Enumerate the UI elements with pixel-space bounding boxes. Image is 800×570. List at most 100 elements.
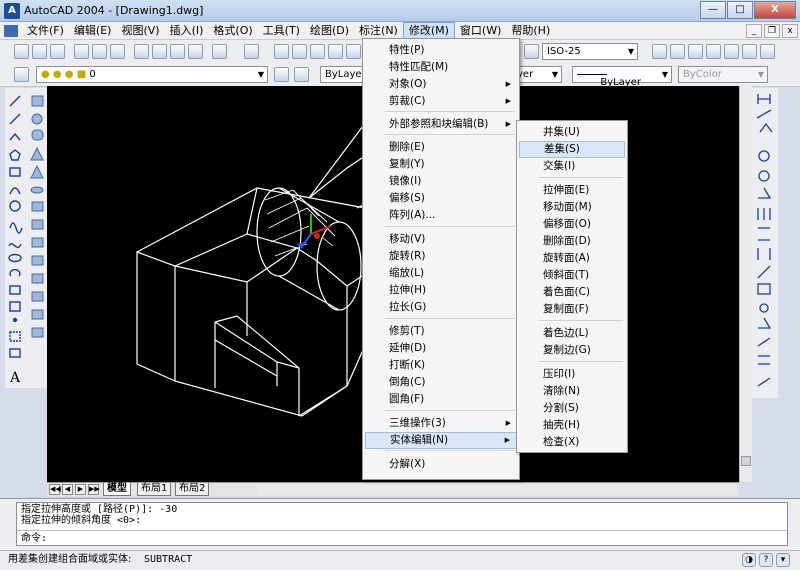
modify-menu-item[interactable]: 拉长(G): [365, 299, 517, 316]
solid-edit-item[interactable]: 分割(S): [519, 400, 625, 417]
leader-icon[interactable]: [757, 265, 771, 279]
layer-previous-icon[interactable]: [294, 67, 309, 82]
interfere-icon[interactable]: [31, 273, 44, 284]
modify-menu-item[interactable]: 外部参照和块编辑(B) ▶: [365, 116, 517, 133]
ellipse-icon[interactable]: [8, 253, 22, 263]
plotstyle-dropdown[interactable]: ByColor ▼: [678, 66, 768, 83]
solid-edit-item[interactable]: 移动面(M): [519, 199, 625, 216]
horizontal-scrollbar[interactable]: [257, 484, 737, 495]
line-icon[interactable]: [9, 95, 21, 107]
solid-edit-item[interactable]: 着色边(L): [519, 325, 625, 342]
communication-center-icon[interactable]: ◑: [742, 553, 756, 567]
plot-icon[interactable]: [74, 44, 89, 59]
rectangle-icon[interactable]: [9, 167, 21, 177]
menu-5[interactable]: 工具(T): [258, 22, 305, 40]
modify-menu-item[interactable]: 圆角(F): [365, 391, 517, 408]
gouraud-edges-icon[interactable]: [760, 44, 775, 59]
cone-icon[interactable]: [30, 146, 44, 161]
dim-text-edit-icon[interactable]: [757, 337, 771, 347]
layer-manager-icon[interactable]: [14, 67, 29, 82]
menu-2[interactable]: 视图(V): [116, 22, 164, 40]
gouraud-icon[interactable]: [742, 44, 757, 59]
shade-2d-icon[interactable]: [670, 44, 685, 59]
angular-dim-icon[interactable]: [758, 187, 772, 199]
section-icon[interactable]: [31, 255, 44, 266]
modify-menu-item[interactable]: 分解(X): [365, 456, 517, 473]
solid-edit-item[interactable]: 拉伸面(E): [519, 182, 625, 199]
hatch-icon[interactable]: [9, 331, 21, 342]
setup-profile-icon[interactable]: [31, 327, 44, 338]
solid-edit-item[interactable]: 差集(S): [519, 141, 625, 158]
match-properties-icon[interactable]: [188, 44, 203, 59]
menu-4[interactable]: 格式(O): [208, 22, 257, 40]
command-history[interactable]: 指定拉伸高度或 [路径(P)]: -30 指定拉伸的倾斜角度 <0>: 命令:: [16, 502, 788, 546]
copy-icon[interactable]: [152, 44, 167, 59]
center-mark-icon[interactable]: [759, 303, 769, 313]
make-block-icon[interactable]: [9, 301, 21, 312]
doc-minimize-button[interactable]: _: [746, 24, 762, 38]
tab-last-button[interactable]: ▶▶: [88, 484, 100, 495]
solid-edit-item[interactable]: 检查(X): [519, 434, 625, 451]
solid-edit-item[interactable]: 复制边(G): [519, 342, 625, 359]
continue-dim-icon[interactable]: [757, 248, 771, 260]
tab-model[interactable]: 模型: [103, 483, 131, 496]
solid-edit-item[interactable]: 删除面(D): [519, 233, 625, 250]
modify-menu-item[interactable]: 拉伸(H): [365, 282, 517, 299]
menu-10[interactable]: 帮助(H): [506, 22, 555, 40]
setup-view-icon[interactable]: [31, 309, 44, 320]
radius-dim-icon[interactable]: [758, 150, 770, 162]
zoom-realtime-icon[interactable]: [292, 44, 307, 59]
menu-6[interactable]: 绘图(D): [305, 22, 354, 40]
dim-style-dropdown[interactable]: ISO-25 ▼: [542, 43, 638, 60]
shade-3d-icon[interactable]: [688, 44, 703, 59]
redo-icon[interactable]: [244, 44, 259, 59]
wedge-icon[interactable]: [30, 164, 44, 179]
modify-menu-item[interactable]: 偏移(S): [365, 190, 517, 207]
tab-first-button[interactable]: ◀◀: [49, 484, 61, 495]
color-dropdown[interactable]: ByLayer: [320, 66, 366, 83]
mtext-icon[interactable]: A: [9, 370, 21, 386]
solid-edit-item[interactable]: 交集(I): [519, 158, 625, 175]
revolve-icon[interactable]: [31, 219, 44, 230]
solid-edit-item[interactable]: 偏移面(O): [519, 216, 625, 233]
region-icon[interactable]: [9, 348, 21, 358]
plot-preview-icon[interactable]: [92, 44, 107, 59]
layer-dropdown[interactable]: ● ● ● ■ 0 ▼: [36, 66, 268, 83]
tolerance-icon[interactable]: [757, 283, 771, 295]
modify-menu-item[interactable]: 实体编辑(N) ▶: [365, 432, 517, 449]
menu-8[interactable]: 修改(M): [402, 21, 455, 40]
baseline-dim-icon[interactable]: [758, 227, 770, 241]
minimize-button[interactable]: —: [700, 1, 726, 19]
solid-edit-item[interactable]: 抽壳(H): [519, 417, 625, 434]
lineweight-dropdown[interactable]: ByLayer ▼: [572, 66, 672, 88]
aligned-dim-icon[interactable]: [756, 109, 772, 119]
modify-menu-item[interactable]: 移动(V): [365, 231, 517, 248]
autocad-icon[interactable]: A: [4, 3, 20, 19]
slice-icon[interactable]: [31, 237, 44, 248]
tab-layout2[interactable]: 布局2: [175, 483, 210, 496]
ellipse-arc-icon[interactable]: [9, 268, 21, 277]
pan-icon[interactable]: [274, 44, 289, 59]
new-icon[interactable]: [14, 44, 29, 59]
document-icon[interactable]: [4, 24, 18, 37]
ordinate-dim-icon[interactable]: [759, 122, 773, 133]
solid-edit-item[interactable]: 并集(U): [519, 124, 625, 141]
dim-edit-icon[interactable]: [758, 317, 772, 329]
modify-menu-item[interactable]: 复制(Y): [365, 156, 517, 173]
polygon-icon[interactable]: [9, 149, 21, 161]
extrude-icon[interactable]: [31, 201, 44, 212]
modify-menu-item[interactable]: 旋转(R): [365, 248, 517, 265]
zoom-window-icon[interactable]: [310, 44, 325, 59]
menu-9[interactable]: 窗口(W): [455, 22, 506, 40]
viewpoint-icon[interactable]: [652, 44, 667, 59]
flat-shaded-icon[interactable]: [724, 44, 739, 59]
make-current-layer-icon[interactable]: [274, 67, 289, 82]
solid-edit-item[interactable]: 着色面(C): [519, 284, 625, 301]
menu-3[interactable]: 插入(I): [165, 22, 209, 40]
point-icon[interactable]: [12, 317, 18, 323]
status-menu-icon[interactable]: ▾: [776, 553, 790, 567]
close-button[interactable]: X: [754, 1, 796, 19]
command-prompt[interactable]: 命令:: [21, 533, 47, 544]
torus-icon[interactable]: [30, 186, 44, 194]
modify-menu-item[interactable]: 剪裁(C) ▶: [365, 93, 517, 110]
